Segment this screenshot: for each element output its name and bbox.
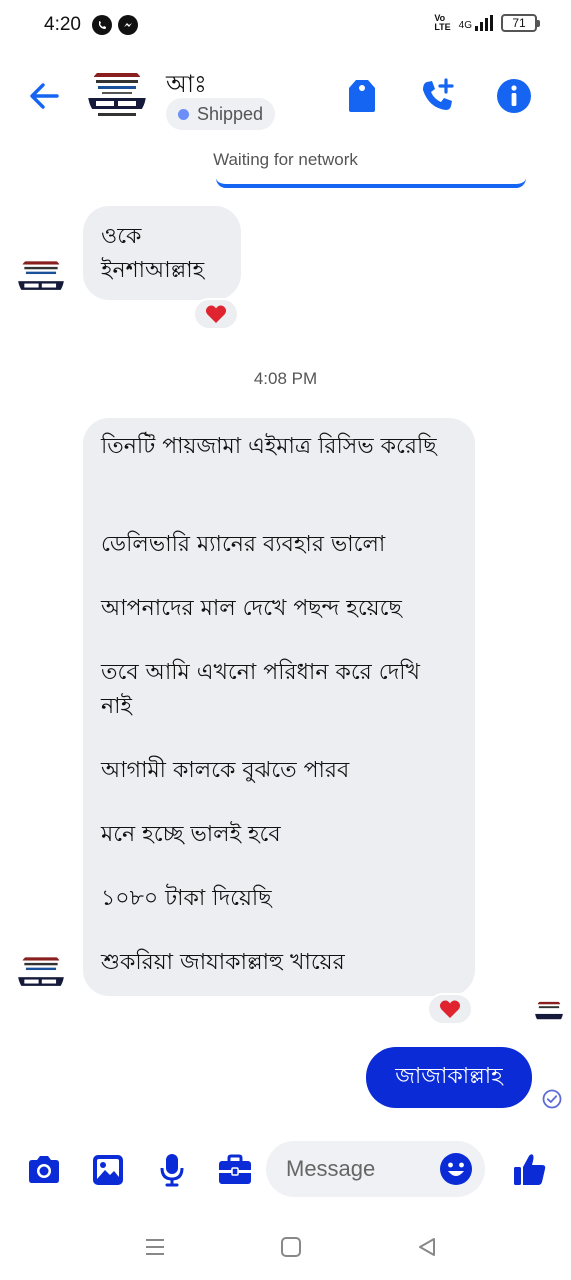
message-reaction[interactable] (427, 993, 473, 1025)
back-arrow-icon (30, 83, 59, 109)
shop-logo-icon (535, 998, 563, 1026)
heart-icon (205, 305, 227, 323)
chat-header: আঃ Shipped (0, 52, 571, 142)
like-button[interactable] (510, 1150, 550, 1190)
message-line: আপনাদের মাল দেখে পছন্দ হয়েছে (101, 596, 402, 621)
triangle-back-icon (419, 1238, 435, 1256)
recent-apps-button[interactable] (140, 1232, 170, 1262)
message-line: শুকরিয়া জাযাকাল্লাহু খায়ের (101, 950, 345, 975)
order-status-badge[interactable]: Shipped (166, 98, 276, 130)
message-input-wrapper[interactable] (266, 1141, 485, 1197)
message-input[interactable] (286, 1153, 436, 1185)
camera-button[interactable] (24, 1150, 64, 1190)
message-line: ১০৮০ টাকা দিয়েছি (101, 886, 272, 911)
gallery-icon (93, 1155, 123, 1185)
gallery-button[interactable] (88, 1150, 128, 1190)
emoji-icon[interactable] (439, 1152, 473, 1186)
message-line: ডেলিভারি ম্যানের ব্যবহার ভালো (101, 532, 386, 557)
system-navigation-bar (0, 1210, 571, 1280)
camera-icon (29, 1156, 59, 1183)
message-reaction[interactable] (193, 298, 239, 330)
message-line: তিনটি পায়জামা এইমাত্র রিসিভ করেছি (101, 434, 437, 459)
shop-logo-icon (88, 65, 146, 123)
status-bar: 4:20 Vo LTE 4G 71 (0, 0, 571, 52)
message-composer (0, 1136, 571, 1202)
thumbs-up-icon (514, 1154, 546, 1185)
message-text: ওকে ইনশাআল্লাহ (101, 224, 205, 283)
outgoing-message[interactable]: জাজাকাল্লাহ (366, 1047, 532, 1108)
shop-logo-icon (18, 951, 64, 997)
add-call-button[interactable] (418, 76, 458, 116)
heart-icon (439, 1000, 461, 1018)
microphone-icon (160, 1154, 184, 1187)
network-status: Waiting for network (213, 150, 358, 169)
status-time: 4:20 (44, 14, 81, 35)
signal-icon (475, 15, 493, 31)
message-line: তবে আমি এখনো পরিধান করে দেখি নাই (101, 660, 420, 719)
sender-avatar[interactable] (18, 951, 64, 997)
battery-icon: 71 (501, 14, 540, 32)
message-timestamp: 4:08 PM (253, 369, 318, 388)
info-button[interactable] (494, 76, 534, 116)
home-button[interactable] (276, 1232, 306, 1262)
tag-icon (349, 80, 375, 112)
voice-message-button[interactable] (152, 1150, 192, 1190)
incoming-message[interactable]: তিনটি পায়জামা এইমাত্র রিসিভ করেছি ডেলিভ… (83, 418, 475, 996)
messenger-icon (118, 15, 138, 35)
menu-icon (146, 1239, 164, 1255)
add-call-icon (423, 78, 454, 110)
tag-button[interactable] (342, 76, 382, 116)
info-icon (497, 79, 531, 113)
message-line: মনে হচ্ছে ভালই হবে (101, 822, 281, 847)
order-status-label: Shipped (197, 103, 264, 124)
network-status-indicator (216, 178, 526, 188)
incoming-message[interactable]: ওকে ইনশাআল্লাহ (83, 206, 241, 300)
message-text: জাজাকাল্লাহ (395, 1064, 503, 1089)
briefcase-icon (219, 1154, 251, 1184)
shop-logo-icon (18, 255, 64, 301)
contact-avatar[interactable] (88, 65, 146, 123)
seen-avatar (535, 998, 563, 1026)
square-icon (281, 1237, 301, 1257)
network-type: 4G (458, 20, 472, 31)
status-dot-icon (178, 108, 189, 120)
message-line: আগামী কালকে বুঝতে পারব (101, 758, 350, 783)
sent-check-icon (542, 1089, 562, 1109)
back-nav-button[interactable] (412, 1232, 442, 1262)
back-button[interactable] (24, 76, 64, 116)
volte-icon: Vo LTE (434, 13, 451, 32)
whatsapp-icon (92, 15, 112, 35)
sender-avatar[interactable] (18, 255, 64, 301)
business-tools-button[interactable] (215, 1150, 255, 1190)
